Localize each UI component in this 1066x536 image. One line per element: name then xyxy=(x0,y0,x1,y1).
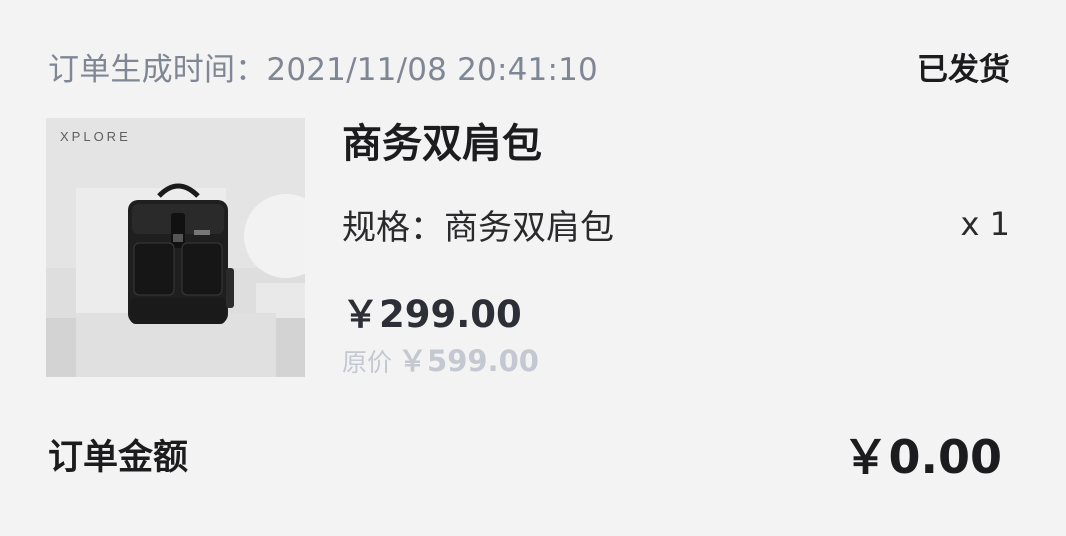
product-price: ￥299.00 xyxy=(342,293,522,336)
product-name: 商务双肩包 xyxy=(342,121,542,167)
order-total-label: 订单金额 xyxy=(48,437,189,478)
order-time-label: 订单生成时间： xyxy=(48,51,267,88)
order-header: 订单生成时间：2021/11/08 20:41:10 已发货 xyxy=(48,44,1010,88)
spec-label: 规格： xyxy=(342,207,444,248)
product-spec: 规格：商务双肩包 xyxy=(342,200,614,249)
order-total-row: 订单金额 ￥0.00 xyxy=(48,422,1002,486)
brand-logo: XPLORE xyxy=(60,129,131,144)
original-price-label: 原价 xyxy=(342,348,393,377)
spec-row: 规格：商务双肩包 x 1 xyxy=(342,198,1010,250)
original-price-value: ￥599.00 xyxy=(398,344,539,378)
product-quantity: x 1 xyxy=(960,205,1010,243)
product-image[interactable]: XPLORE xyxy=(46,118,305,377)
svg-text:XPLORE: XPLORE xyxy=(60,129,131,144)
order-status: 已发货 xyxy=(917,51,1010,88)
order-time-value: 2021/11/08 20:41:10 xyxy=(266,51,598,88)
order-time: 订单生成时间：2021/11/08 20:41:10 xyxy=(48,44,598,89)
order-total-amount: ￥0.00 xyxy=(842,430,1003,484)
original-price: 原价 ￥599.00 xyxy=(342,338,539,380)
order-card[interactable]: 订单生成时间：2021/11/08 20:41:10 已发货 XPLORE 商务… xyxy=(0,0,1066,536)
spec-value: 商务双肩包 xyxy=(444,207,614,248)
backpack-product-photo: XPLORE xyxy=(46,118,305,377)
